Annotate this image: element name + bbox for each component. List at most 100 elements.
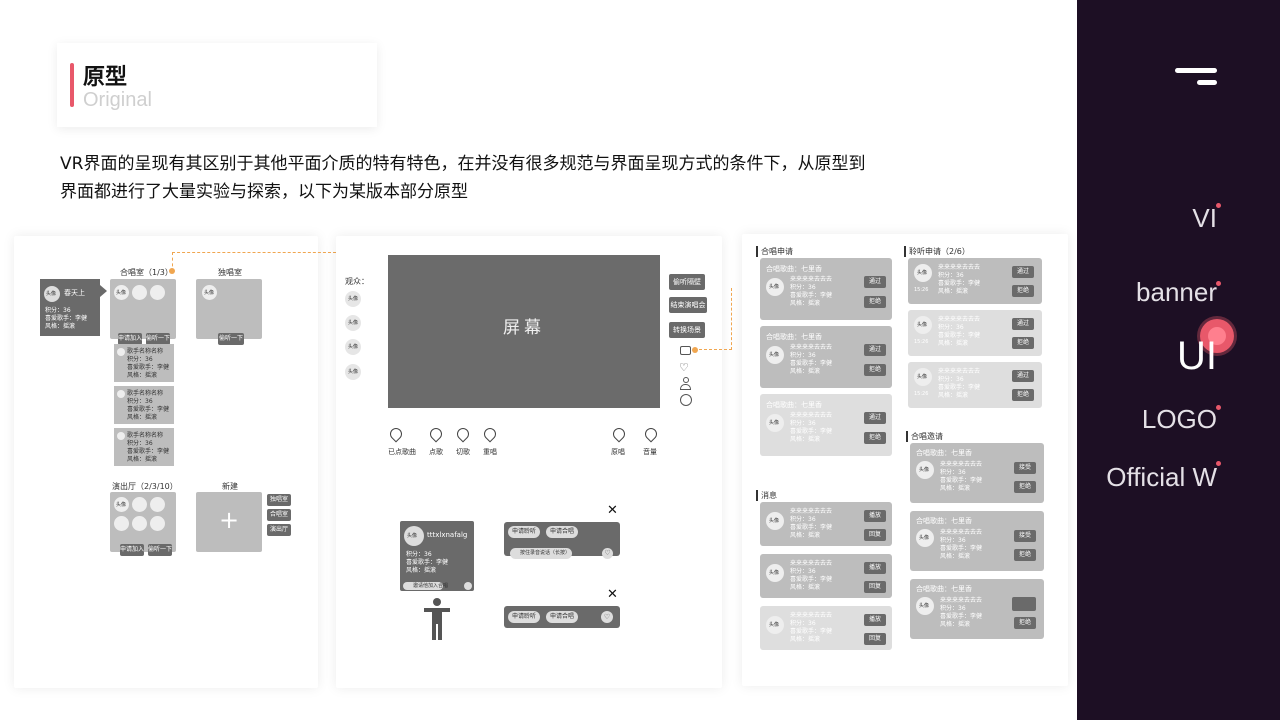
audience-avatar[interactable]: 头像 <box>345 364 361 380</box>
audience-avatar[interactable]: 头像 <box>345 315 361 331</box>
hall-label: 演出厅（2/3/10） <box>112 482 178 491</box>
nav-item-logo[interactable]: LOGO <box>1142 404 1217 435</box>
chorus-apply-card: 合唱歌曲：七里香 头像 来来来来去去去 积分：36 喜爱歌手：李健 风格：摇滚 … <box>760 258 892 320</box>
menu-logo-icon[interactable] <box>1175 68 1217 90</box>
reject-button[interactable]: 拒绝 <box>1014 549 1036 561</box>
volume-icon[interactable] <box>642 425 660 443</box>
nav-dot <box>1216 461 1221 466</box>
reply-button[interactable]: 回复 <box>864 529 886 541</box>
prototype-panel-requests: 合唱申请 聆听申请（2/6） 消息 合唱邀请 合唱歌曲：七里香 头像 来来来来去… <box>742 234 1068 686</box>
pass-button[interactable]: 通过 <box>1012 266 1034 278</box>
user-info-card[interactable]: 头像 tttxlxnafalg 积分：36 喜爱歌手：李健 风格：摇滚 邀请他加… <box>400 521 474 591</box>
messages-heading: 消息 <box>756 490 777 501</box>
reject-button[interactable]: 拒绝 <box>1012 389 1034 401</box>
reject-button[interactable]: 拒绝 <box>1012 337 1034 349</box>
heart-icon[interactable]: ♡ <box>679 362 689 373</box>
solo-listen-button[interactable]: 偷听一下 <box>218 333 244 345</box>
listen-apply-card-faded: 头像 15:26 来来来来去去去 积分：36 喜爱歌手：李健 风格：摇滚 通过 … <box>908 310 1042 356</box>
message-card-faded: 头像 来来来来去去去 积分：36 喜爱歌手：李健 风格：摇滚 播放 回复 <box>760 606 892 650</box>
singer-item[interactable]: 歌手名称名称 积分：36 喜爱歌手：李健 风格：摇滚 <box>114 428 174 466</box>
stage-screen: 屏幕 <box>388 255 660 408</box>
intro-line-2: 界面都进行了大量实验与探索，以下为某版本部分原型 <box>60 182 468 202</box>
play-button[interactable]: 播放 <box>864 614 886 626</box>
gift-icon[interactable] <box>680 394 692 406</box>
invite-chorus-button[interactable]: 邀请他加入合唱 <box>403 582 448 590</box>
apply-chorus-button[interactable]: 申请合唱 <box>546 526 578 538</box>
audience-avatar[interactable]: 头像 <box>345 291 361 307</box>
apply-listen-button[interactable]: 申请聆听 <box>508 611 540 623</box>
close-icon[interactable]: ✕ <box>607 587 618 602</box>
message-card: 头像 来来来来去去去 积分：36 喜爱歌手：李健 风格：摇滚 播放 回复 <box>760 502 892 546</box>
empty-button[interactable] <box>1012 597 1036 611</box>
user-icon[interactable] <box>680 377 691 390</box>
pass-button[interactable]: 通过 <box>864 276 886 288</box>
pass-button[interactable]: 通过 <box>864 412 886 424</box>
screen-label: 屏幕 <box>503 318 545 338</box>
reject-button[interactable]: 拒绝 <box>864 364 886 376</box>
skip-song-icon[interactable] <box>454 425 472 443</box>
connector-line <box>694 288 732 350</box>
listen-apply-card-faded: 头像 15:26 来来来来去去去 积分：36 喜爱歌手：李健 风格：摇滚 通过 … <box>908 362 1042 408</box>
hall-listen-button[interactable]: 偷听一下 <box>148 544 172 556</box>
hall-card[interactable]: 头像 <box>110 492 176 552</box>
close-icon[interactable]: ✕ <box>607 503 618 518</box>
pass-button[interactable]: 通过 <box>1012 370 1034 382</box>
reject-button[interactable]: 拒绝 <box>864 296 886 308</box>
chorus-room-card[interactable]: 头像 <box>110 279 176 339</box>
accept-button[interactable]: 接受 <box>1014 530 1036 542</box>
chorus-invite-card: 合唱歌曲：七里香 头像 来来来来去去去 积分：36 喜爱歌手：李健 风格：摇滚 … <box>910 443 1044 503</box>
song-list-icon[interactable] <box>387 425 405 443</box>
new-room-button[interactable]: + <box>196 492 262 552</box>
nav-item-ui[interactable]: UI <box>1177 334 1217 379</box>
request-song-icon[interactable] <box>427 425 445 443</box>
mini-action-bar: 申请聆听 申请合唱 按住录音说话（长按） ♡ <box>504 522 620 559</box>
chorus-room-label: 合唱室（1/3） <box>120 268 173 277</box>
original-vocal-icon[interactable] <box>610 425 628 443</box>
reject-button[interactable]: 拒绝 <box>1012 285 1034 297</box>
play-button[interactable]: 播放 <box>864 510 886 522</box>
pass-button[interactable]: 通过 <box>864 344 886 356</box>
listen-apply-heading: 聆听申请（2/6） <box>904 246 970 257</box>
resing-label: 重唱 <box>483 448 497 456</box>
message-card: 头像 来来来来去去去 积分：36 喜爱歌手：李健 风格：摇滚 播放 回复 <box>760 554 892 598</box>
prototype-panel-rooms: 头像 春天上 积分：36 喜爱歌手：李健 风格：摇滚 合唱室（1/3） 头像 申… <box>14 236 336 688</box>
voice-record-button[interactable]: 按住录音说话（长按） <box>510 548 572 559</box>
audience-avatar[interactable]: 头像 <box>345 339 361 355</box>
reply-button[interactable]: 回复 <box>864 581 886 593</box>
chorus-apply-heading: 合唱申请 <box>756 246 793 257</box>
play-button[interactable]: 播放 <box>864 562 886 574</box>
resing-icon[interactable] <box>481 425 499 443</box>
side-button-chorus[interactable]: 合唱室 <box>267 509 291 521</box>
connector-dot <box>692 347 698 353</box>
profile-name: 春天上 <box>64 289 85 297</box>
nav-dot <box>1216 203 1221 208</box>
listen-apply-card: 头像 15:26 来来来来去去去 积分：36 喜爱歌手：李健 风格：摇滚 通过 … <box>908 258 1042 304</box>
side-button-solo[interactable]: 独唱室 <box>267 494 291 506</box>
nav-dot <box>1216 281 1221 286</box>
hall-apply-join-button[interactable]: 申请加入 <box>120 544 144 556</box>
nav-item-vi[interactable]: VI <box>1192 203 1217 234</box>
nav-item-banner[interactable]: banner <box>1136 277 1217 308</box>
pass-button[interactable]: 通过 <box>1012 318 1034 330</box>
reject-button[interactable]: 拒绝 <box>1014 481 1036 493</box>
side-button-hall[interactable]: 演出厅 <box>267 524 291 536</box>
singer-item[interactable]: 歌手名称名称 积分：36 喜爱歌手：李健 风格：摇滚 <box>114 386 174 424</box>
reply-button[interactable]: 回复 <box>864 633 886 645</box>
apply-chorus-button[interactable]: 申请合唱 <box>546 611 578 623</box>
profile-card[interactable]: 头像 春天上 积分：36 喜爱歌手：李健 风格：摇滚 <box>40 279 100 336</box>
plus-icon: + <box>218 506 240 534</box>
nav-item-official-website[interactable]: Official W <box>1106 462 1217 493</box>
solo-room-card[interactable]: 头像 <box>196 279 262 339</box>
reject-button[interactable]: 拒绝 <box>864 432 886 444</box>
avatar-figure-icon <box>424 598 450 640</box>
apply-listen-button[interactable]: 申请聆听 <box>508 526 540 538</box>
reject-button[interactable]: 拒绝 <box>1014 617 1036 629</box>
close-small-icon[interactable] <box>464 582 472 590</box>
chat-icon[interactable] <box>680 346 691 355</box>
like-icon[interactable]: ♡ <box>601 611 613 623</box>
accept-button[interactable]: 接受 <box>1014 462 1036 474</box>
mini-action-bar: 申请聆听 申请合唱 ♡ <box>504 606 620 628</box>
like-icon[interactable]: ♡ <box>602 548 613 559</box>
singer-item[interactable]: 歌手名称名称 积分：36 喜爱歌手：李健 风格：摇滚 <box>114 344 174 382</box>
user-card-name: tttxlxnafalg <box>427 531 468 539</box>
